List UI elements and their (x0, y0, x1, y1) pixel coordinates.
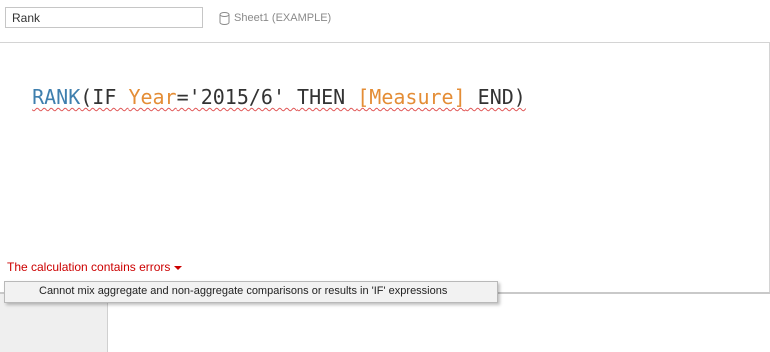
database-icon (219, 11, 230, 25)
formula-token-function: RANK (32, 85, 81, 109)
error-message-text: Cannot mix aggregate and non-aggregate c… (39, 285, 448, 297)
datasource-label: Sheet1 (EXAMPLE) (219, 9, 331, 27)
error-summary-text: The calculation contains errors (7, 260, 171, 274)
formula-token-field: [Measure] (357, 85, 466, 109)
formula-token-field: Year (128, 85, 177, 109)
formula-token-string: ='2015/6' (176, 85, 298, 109)
formula-token-operator: (IF (80, 85, 129, 109)
caret-down-icon (174, 266, 183, 270)
datasource-name: Sheet1 (EXAMPLE) (234, 12, 332, 24)
formula-token-keyword: THEN (297, 85, 358, 109)
calculation-name-field[interactable]: Rank (5, 7, 203, 28)
error-summary-toggle[interactable]: The calculation contains errors (7, 260, 183, 274)
formula-editor[interactable]: RANK(IF Year='2015/6' THEN [Measure] END… (8, 58, 526, 110)
error-message-tooltip: Cannot mix aggregate and non-aggregate c… (4, 281, 498, 303)
header-divider (0, 42, 770, 43)
formula-token-keyword: END) (465, 85, 526, 109)
